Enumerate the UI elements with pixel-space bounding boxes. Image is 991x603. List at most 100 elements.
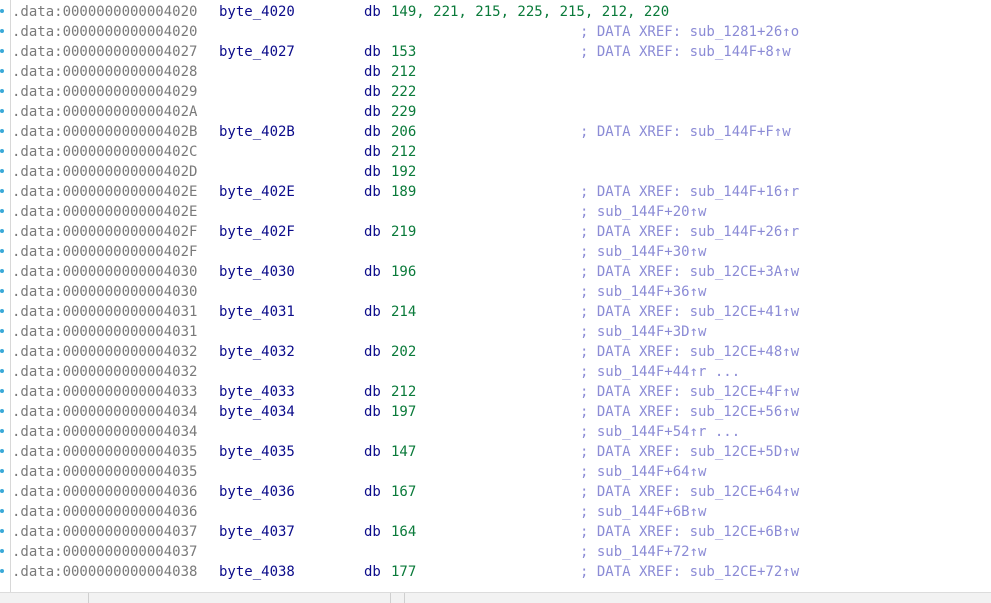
row-value: 206 (391, 124, 417, 140)
row-label[interactable]: byte_402E (219, 182, 295, 202)
row-value: 164 (391, 524, 417, 540)
row-label[interactable]: byte_4036 (219, 482, 295, 502)
row-address: .data:000000000000402F (12, 224, 198, 240)
horizontal-scrollbar[interactable] (0, 592, 991, 603)
row-value: 192 (391, 164, 417, 180)
line-marker-icon (0, 9, 4, 13)
line-marker-icon (0, 169, 4, 173)
row-directive: db (364, 264, 381, 280)
row-directive: db (364, 404, 381, 420)
row-label[interactable]: byte_4030 (219, 262, 295, 282)
row-comment[interactable]: ; sub_144F+36↑w (580, 282, 706, 302)
row-label[interactable]: byte_402F (219, 222, 295, 242)
line-marker-icon (0, 489, 4, 493)
row-directive: db (364, 304, 381, 320)
row-comment[interactable]: ; DATA XREF: sub_144F+16↑r (580, 182, 799, 202)
row-label[interactable]: byte_4038 (219, 562, 295, 582)
row-comment[interactable]: ; DATA XREF: sub_12CE+64↑w (580, 482, 799, 502)
row-comment[interactable]: ; DATA XREF: sub_12CE+72↑w (580, 562, 799, 582)
row-value: 214 (391, 304, 417, 320)
row-address: .data:0000000000004032 (12, 364, 198, 380)
row-comment[interactable]: ; DATA XREF: sub_1281+26↑o (580, 22, 799, 42)
row-directive: db (364, 84, 381, 100)
row-address: .data:0000000000004034 (12, 404, 198, 420)
row-directive: db (364, 484, 381, 500)
row-directive: db (364, 104, 381, 120)
row-address: .data:0000000000004036 (12, 504, 198, 520)
row-comment[interactable]: ; sub_144F+64↑w (580, 462, 706, 482)
disassembly-listing[interactable]: .data:0000000000004020 byte_4020 db 149, 22… (0, 0, 991, 592)
row-comment[interactable]: ; sub_144F+54↑r ... (580, 422, 740, 442)
line-marker-icon (0, 429, 4, 433)
row-comment[interactable]: ; DATA XREF: sub_12CE+4F↑w (580, 382, 799, 402)
row-label[interactable]: byte_4032 (219, 342, 295, 362)
row-address: .data:0000000000004038 (12, 564, 198, 580)
row-label[interactable]: byte_4020 (219, 2, 295, 22)
line-marker-icon (0, 189, 4, 193)
row-comment[interactable]: ; DATA XREF: sub_12CE+5D↑w (580, 442, 799, 462)
row-comment[interactable]: ; DATA XREF: sub_12CE+41↑w (580, 302, 799, 322)
row-value: 212 (391, 384, 417, 400)
row-comment[interactable]: ; sub_144F+30↑w (580, 242, 706, 262)
row-comment[interactable]: ; DATA XREF: sub_12CE+48↑w (580, 342, 799, 362)
line-marker-icon (0, 29, 4, 33)
line-marker-icon (0, 149, 4, 153)
line-marker-icon (0, 469, 4, 473)
line-marker-icon (0, 349, 4, 353)
row-label[interactable]: byte_4034 (219, 402, 295, 422)
row-address: .data:000000000000402F (12, 244, 198, 260)
row-address: .data:0000000000004031 (12, 304, 198, 320)
row-label[interactable]: byte_4031 (219, 302, 295, 322)
row-directive: db (364, 4, 381, 20)
row-label[interactable]: byte_4035 (219, 442, 295, 462)
row-address: .data:0000000000004036 (12, 484, 198, 500)
row-address: .data:000000000000402E (12, 184, 198, 200)
line-marker-icon (0, 109, 4, 113)
row-value: 212 (391, 64, 417, 80)
row-comment[interactable]: ; DATA XREF: sub_144F+26↑r (580, 222, 799, 242)
line-marker-icon (0, 309, 4, 313)
line-marker-icon (0, 49, 4, 53)
line-marker-icon (0, 449, 4, 453)
row-comment[interactable]: ; sub_144F+20↑w (580, 202, 706, 222)
row-value: 147 (391, 444, 417, 460)
row-address: .data:0000000000004033 (12, 384, 198, 400)
row-directive: db (364, 444, 381, 460)
row-value: 222 (391, 84, 417, 100)
row-value: 212 (391, 144, 417, 160)
row-address: .data:0000000000004020 (12, 24, 198, 40)
line-marker-icon (0, 509, 4, 513)
row-address: .data:0000000000004032 (12, 344, 198, 360)
row-directive: db (364, 564, 381, 580)
row-label[interactable]: byte_4027 (219, 42, 295, 62)
line-marker-icon (0, 369, 4, 373)
row-comment[interactable]: ; sub_144F+44↑r ... (580, 362, 740, 382)
row-comment[interactable]: ; DATA XREF: sub_12CE+3A↑w (580, 262, 799, 282)
gutter-divider (10, 0, 11, 592)
row-address: .data:0000000000004028 (12, 64, 198, 80)
row-directive: db (364, 184, 381, 200)
row-label[interactable]: byte_4037 (219, 522, 295, 542)
line-marker-icon (0, 229, 4, 233)
row-comment[interactable]: ; sub_144F+72↑w (580, 542, 706, 562)
row-directive: db (364, 344, 381, 360)
line-marker-icon (0, 549, 4, 553)
row-comment[interactable]: ; sub_144F+6B↑w (580, 502, 706, 522)
row-label[interactable]: byte_4033 (219, 382, 295, 402)
row-comment[interactable]: ; DATA XREF: sub_144F+F↑w (580, 122, 791, 142)
row-address: .data:000000000000402E (12, 204, 198, 220)
row-directive: db (364, 384, 381, 400)
row-directive: db (364, 164, 381, 180)
row-comment[interactable]: ; sub_144F+3D↑w (580, 322, 706, 342)
row-address: .data:0000000000004030 (12, 264, 198, 280)
row-label[interactable]: byte_402B (219, 122, 295, 142)
row-comment[interactable]: ; DATA XREF: sub_12CE+56↑w (580, 402, 799, 422)
line-marker-icon (0, 389, 4, 393)
row-comment[interactable]: ; DATA XREF: sub_12CE+6B↑w (580, 522, 799, 542)
row-address: .data:0000000000004035 (12, 464, 198, 480)
row-address: .data:000000000000402C (12, 144, 198, 160)
row-address: .data:0000000000004020 (12, 4, 198, 20)
row-value: 149, 221, 215, 225, 215, 212, 220 (391, 4, 670, 20)
row-comment[interactable]: ; DATA XREF: sub_144F+8↑w (580, 42, 791, 62)
row-value: 197 (391, 404, 417, 420)
